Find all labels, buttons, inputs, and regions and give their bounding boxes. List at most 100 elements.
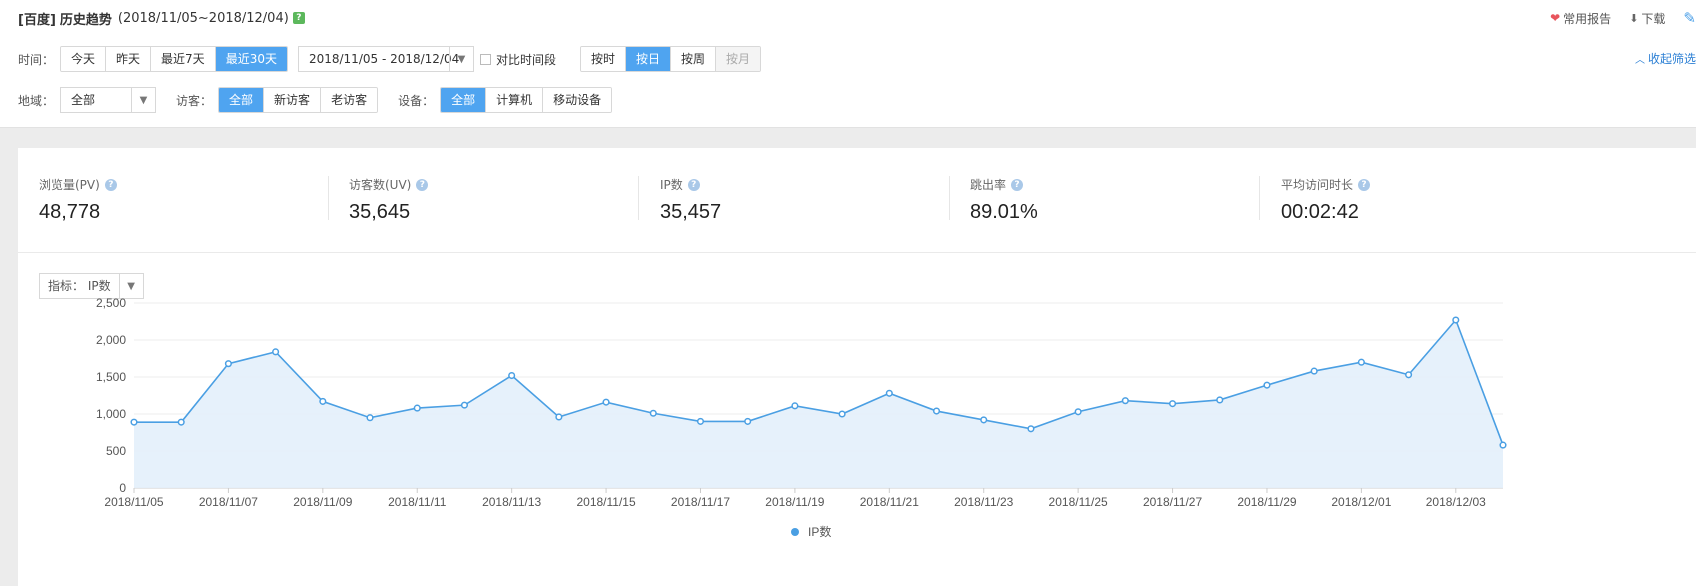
download-icon: ⬇ <box>1629 11 1639 25</box>
data-point <box>1452 316 1460 324</box>
device-buttons: 全部 计算机 移动设备 <box>440 87 613 113</box>
y-tick-label: 1,500 <box>96 370 126 384</box>
x-tick-label: 2018/11/09 <box>293 495 352 509</box>
download-label: 下载 <box>1641 11 1666 26</box>
x-tick-label: 2018/12/03 <box>1426 495 1486 509</box>
checkbox-box[interactable] <box>479 53 491 65</box>
data-point <box>649 409 657 417</box>
data-point <box>1169 400 1177 408</box>
y-tick-label: 2,500 <box>96 296 126 310</box>
x-tick-label: 2018/11/05 <box>104 495 163 509</box>
trend-chart: 0 500 1,000 1,500 2,000 2,500 2018/11/05 2018/1… <box>96 296 1507 539</box>
device-all-button[interactable]: 全部 <box>441 88 486 112</box>
top-actions: ❤ 常用报告 ⬇ 下载 ✎ <box>1550 9 1696 27</box>
page-title: 历史趋势 <box>59 12 112 28</box>
collapse-filters-label: 收起筛选 <box>1647 52 1696 66</box>
data-point <box>130 418 138 426</box>
compare-period-label: 对比时间段 <box>495 52 556 67</box>
data-point <box>791 402 799 410</box>
heart-icon: ❤ <box>1550 11 1561 25</box>
visitor-label: 访客： <box>176 93 213 108</box>
granularity-hour-button[interactable]: 按时 <box>580 47 625 71</box>
date-range-value: 2018/11/05 - 2018/12/04 <box>308 52 460 66</box>
x-tick-label: 2018/11/13 <box>482 495 541 509</box>
x-tick-label: 2018/11/17 <box>671 495 730 509</box>
y-tick-label: 2,000 <box>96 333 126 347</box>
legend-label: IP数 <box>808 524 831 539</box>
x-tick-label: 2018/11/11 <box>388 495 447 509</box>
data-point <box>1310 367 1318 375</box>
data-point <box>555 413 563 421</box>
report-title: [百度] 历史趋势 (2018/11/05~2018/12/04) ? <box>18 8 305 28</box>
data-point <box>319 397 327 405</box>
help-icon[interactable]: ? <box>292 12 305 24</box>
data-point <box>460 401 468 409</box>
time-last30-button[interactable]: 最近30天 <box>214 47 287 71</box>
y-tick-label: 500 <box>106 444 126 458</box>
data-point <box>272 348 280 356</box>
segment-filter-row: 地域： 全部 ▼ 访客： 全部 新访客 老访客 设备： 全部 计算机 移动设备 <box>18 87 613 113</box>
data-point <box>1499 441 1507 449</box>
data-point <box>224 360 232 368</box>
filter-panel: [百度] 历史趋势 (2018/11/05~2018/12/04) ? ❤ 常用… <box>0 0 1696 128</box>
x-tick-label: 2018/11/19 <box>765 495 824 509</box>
chevron-down-icon: ▼ <box>131 88 155 112</box>
collapse-filters-link[interactable]: ︿ 收起筛选 <box>1635 50 1696 67</box>
data-point <box>885 389 893 397</box>
x-tick-label: 2018/11/25 <box>1049 495 1108 509</box>
x-tick-label: 2018/11/15 <box>576 495 635 509</box>
data-point <box>1263 381 1271 389</box>
data-point <box>508 371 516 380</box>
y-tick-label: 1,000 <box>96 407 126 421</box>
pin-button[interactable]: ✎ <box>1683 9 1696 27</box>
data-point <box>602 398 610 406</box>
compare-period-checkbox[interactable]: 对比时间段 <box>479 51 556 68</box>
x-tick-label: 2018/11/21 <box>860 495 919 509</box>
x-tick-label: 2018/11/23 <box>954 495 1013 509</box>
series-area <box>134 320 1503 488</box>
granularity-buttons: 按时 按日 按周 按月 <box>579 46 762 72</box>
chevron-up-icon: ︿ <box>1634 55 1645 66</box>
report-panel: 浏览量(PV)? 48,778 访客数(UV)? 35,645 IP数? 35,… <box>18 148 1696 586</box>
legend-marker <box>791 528 799 536</box>
x-tick-label: 2018/11/27 <box>1143 495 1202 509</box>
data-point <box>1216 396 1224 404</box>
region-label: 地域： <box>18 93 55 108</box>
download-link[interactable]: ⬇ 下载 <box>1629 10 1665 27</box>
time-last7-button[interactable]: 最近7天 <box>150 47 215 71</box>
data-point <box>1027 425 1035 433</box>
data-point <box>1074 408 1082 416</box>
x-tick-label: 2018/11/29 <box>1237 495 1296 509</box>
data-point <box>932 407 941 415</box>
data-point <box>838 410 846 418</box>
visitor-all-button[interactable]: 全部 <box>219 88 264 112</box>
granularity-week-button[interactable]: 按周 <box>670 47 716 71</box>
x-tick-label: 2018/12/01 <box>1331 495 1391 509</box>
report-date-range: (2018/11/05~2018/12/04) <box>117 10 289 26</box>
data-point <box>744 417 752 425</box>
granularity-day-button[interactable]: 按日 <box>625 47 671 71</box>
time-range-buttons: 今天 昨天 最近7天 最近30天 <box>60 46 288 72</box>
data-point <box>1405 371 1413 379</box>
time-filter-row: 时间： 今天 昨天 最近7天 最近30天 2018/11/05 - 2018/1… <box>18 46 762 72</box>
visitor-new-button[interactable]: 新访客 <box>263 88 321 112</box>
device-mobile-button[interactable]: 移动设备 <box>542 88 612 112</box>
device-computer-button[interactable]: 计算机 <box>485 88 543 112</box>
region-value: 全部 <box>71 93 96 107</box>
device-label: 设备： <box>398 93 435 108</box>
data-point <box>366 414 374 422</box>
granularity-month-button[interactable]: 按月 <box>715 47 761 71</box>
time-today-button[interactable]: 今天 <box>61 47 106 71</box>
time-yesterday-button[interactable]: 昨天 <box>105 47 151 71</box>
x-tick-label: 2018/11/07 <box>199 495 258 509</box>
y-tick-label: 0 <box>119 481 126 495</box>
data-point <box>980 416 988 424</box>
pin-icon: ✎ <box>1683 9 1696 27</box>
region-select[interactable]: 全部 ▼ <box>60 87 157 113</box>
data-point <box>696 417 705 425</box>
date-range-picker[interactable]: 2018/11/05 - 2018/12/04 ▼ <box>297 46 474 72</box>
data-point <box>413 404 421 412</box>
favorite-report-link[interactable]: ❤ 常用报告 <box>1550 10 1611 27</box>
chevron-down-icon: ▼ <box>448 47 473 71</box>
visitor-returning-button[interactable]: 老访客 <box>320 88 378 112</box>
